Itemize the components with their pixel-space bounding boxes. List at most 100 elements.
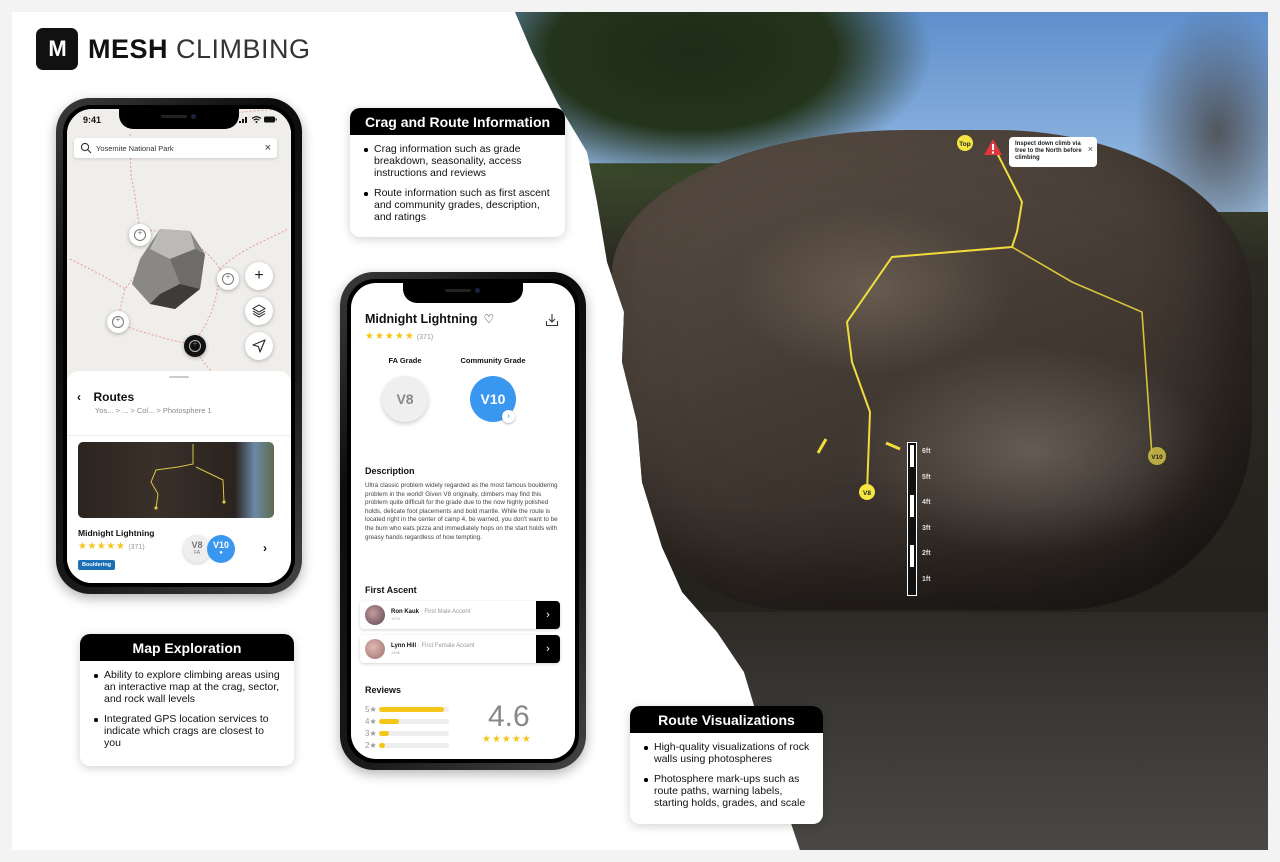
ascent-role: · First Female Accent: [416, 643, 475, 649]
height-scale-bar: [907, 442, 917, 596]
fa-grade-value: V8: [191, 540, 203, 550]
ascent-year: 1978: [391, 616, 400, 621]
download-icon[interactable]: [545, 313, 559, 327]
close-icon[interactable]: ×: [1088, 145, 1093, 154]
rating-count: (371): [416, 334, 434, 341]
rating-count: (371): [128, 544, 145, 551]
review-star-level: 2★: [365, 740, 377, 750]
photosphere-view[interactable]: Top V8 V10 Inspect down climb via tree t…: [515, 12, 1268, 850]
community-grade-value: V10: [212, 540, 229, 550]
route-name[interactable]: Midnight Lightning: [78, 528, 154, 538]
phone-notch: [403, 283, 523, 303]
scale-label: 1ft: [922, 575, 931, 583]
crag-pin[interactable]: [129, 224, 151, 246]
review-bar-row: 5★: [365, 704, 449, 714]
crag-pin-icon: [222, 272, 234, 285]
map-exploration-card: Map Exploration Ability to explore climb…: [80, 634, 294, 766]
signal-icon: [239, 117, 247, 123]
favorite-heart-icon[interactable]: ♡: [483, 312, 494, 326]
scale-segment: [910, 445, 914, 467]
review-star-level: 4★: [365, 716, 377, 726]
breadcrumb[interactable]: Yos... > ... > Col... > Photosphere 1: [95, 406, 212, 415]
crag-pin-icon: [134, 228, 146, 241]
avatar: [365, 605, 385, 625]
route-path-v8: [845, 146, 1024, 493]
route-title-text: Midnight Lightning: [365, 312, 478, 326]
start-label-v8: V8: [863, 490, 871, 497]
scale-label: 3ft: [922, 524, 931, 532]
review-bar-fill: [379, 742, 385, 748]
route-path-v10: [1011, 246, 1153, 457]
chevron-right-button[interactable]: ›: [536, 601, 560, 629]
review-bar-row: 4★: [365, 716, 449, 726]
bullet-item: High-quality visualizations of rock wall…: [644, 741, 811, 765]
map-screen: 9:41 Yosemite National Park × + + + + + …: [67, 109, 291, 583]
review-star-level: 3★: [365, 728, 377, 738]
bullet-item: Ability to explore climbing areas using …: [94, 669, 282, 705]
back-button[interactable]: ‹: [77, 390, 81, 404]
star-rating-icons: ★★★★★: [78, 541, 126, 552]
brand-name-light: CLIMBING: [176, 33, 311, 64]
bullet-item: Photosphere mark-ups such as route paths…: [644, 773, 811, 809]
route-title: Midnight Lightning ♡: [365, 312, 494, 326]
start-label-v10: V10: [1151, 454, 1163, 461]
chevron-right-button[interactable]: ›: [536, 635, 560, 663]
start-hold-marker-left: [816, 438, 828, 454]
bullet-list: Crag information such as grade breakdown…: [350, 135, 565, 233]
warning-label: Inspect down climb via tree to the North…: [1009, 137, 1097, 167]
bullet-list: Ability to explore climbing areas using …: [80, 661, 294, 759]
fa-grade-circle: V8: [382, 376, 428, 422]
start-marker-v10[interactable]: V10: [1148, 447, 1166, 465]
scale-label: 5ft: [922, 473, 931, 481]
start-hold-marker-right: [885, 441, 901, 451]
status-icons: [239, 116, 277, 123]
navigation-arrow-icon: [252, 339, 266, 353]
clear-search-icon[interactable]: ×: [265, 142, 271, 154]
bullet-list: High-quality visualizations of rock wall…: [630, 733, 823, 819]
warning-text: Inspect down climb via tree to the North…: [1015, 141, 1082, 161]
review-stars: ★★★★★: [482, 734, 532, 745]
presentation-canvas: Top V8 V10 Inspect down climb via tree t…: [12, 12, 1268, 850]
warning-icon[interactable]: [983, 138, 1003, 156]
crag-pin-icon: [189, 339, 201, 352]
first-ascent-row[interactable]: Ron Kauk · First Male Accent 1978 ›: [360, 601, 560, 629]
review-bar-fill: [379, 706, 445, 712]
top-marker[interactable]: Top: [957, 135, 973, 151]
layers-icon: [252, 304, 266, 318]
scale-labels: 6ft 5ft 4ft 3ft 2ft 1ft: [922, 448, 931, 601]
route-overlay: Top V8 V10: [816, 135, 1166, 500]
open-route-chevron[interactable]: ›: [263, 541, 267, 555]
sheet-grabber[interactable]: [169, 376, 189, 378]
community-grade-chevron-icon[interactable]: ›: [502, 410, 515, 423]
review-bar-track: [379, 706, 449, 712]
sheet-title: Routes: [93, 390, 135, 404]
start-marker-v8[interactable]: V8: [859, 484, 875, 500]
layers-button[interactable]: [245, 297, 273, 325]
route-rating: ★★★★★ (371): [365, 331, 433, 342]
crag-pin[interactable]: [107, 311, 129, 333]
crag-pin[interactable]: [217, 268, 239, 290]
crag-pin-selected[interactable]: [184, 335, 206, 357]
crag-info-card: Crag and Route Information Crag informat…: [350, 108, 565, 237]
scale-label: 6ft: [922, 448, 931, 455]
first-ascent-row[interactable]: Lynn Hill · First Female Accent 1996 ›: [360, 635, 560, 663]
scale-label: 2ft: [922, 550, 931, 557]
map-search-input[interactable]: Yosemite National Park ×: [74, 138, 277, 158]
zoom-in-button[interactable]: +: [245, 262, 273, 290]
search-icon: [80, 142, 92, 154]
scale-segment: [910, 545, 914, 567]
review-star-level: 5★: [365, 704, 377, 714]
route-rating: ★★★★★ (371): [78, 541, 145, 552]
community-grade-chip: V10 ●: [207, 535, 235, 563]
route-thumbnail[interactable]: [78, 442, 274, 518]
review-bar-fill: [379, 718, 399, 724]
bullet-item: Crag information such as grade breakdown…: [364, 143, 553, 179]
review-bar-track: [379, 718, 449, 724]
first-ascent-info: Ron Kauk · First Male Accent 1978: [391, 609, 470, 621]
top-label: Top: [959, 141, 970, 148]
locate-button[interactable]: [245, 332, 273, 360]
card-title: Crag and Route Information: [350, 108, 565, 135]
route-description: Ultra classic problem widely regarded as…: [365, 482, 558, 541]
community-grade-label: Community Grade: [460, 356, 526, 365]
climber-name: Lynn Hill: [391, 643, 417, 649]
